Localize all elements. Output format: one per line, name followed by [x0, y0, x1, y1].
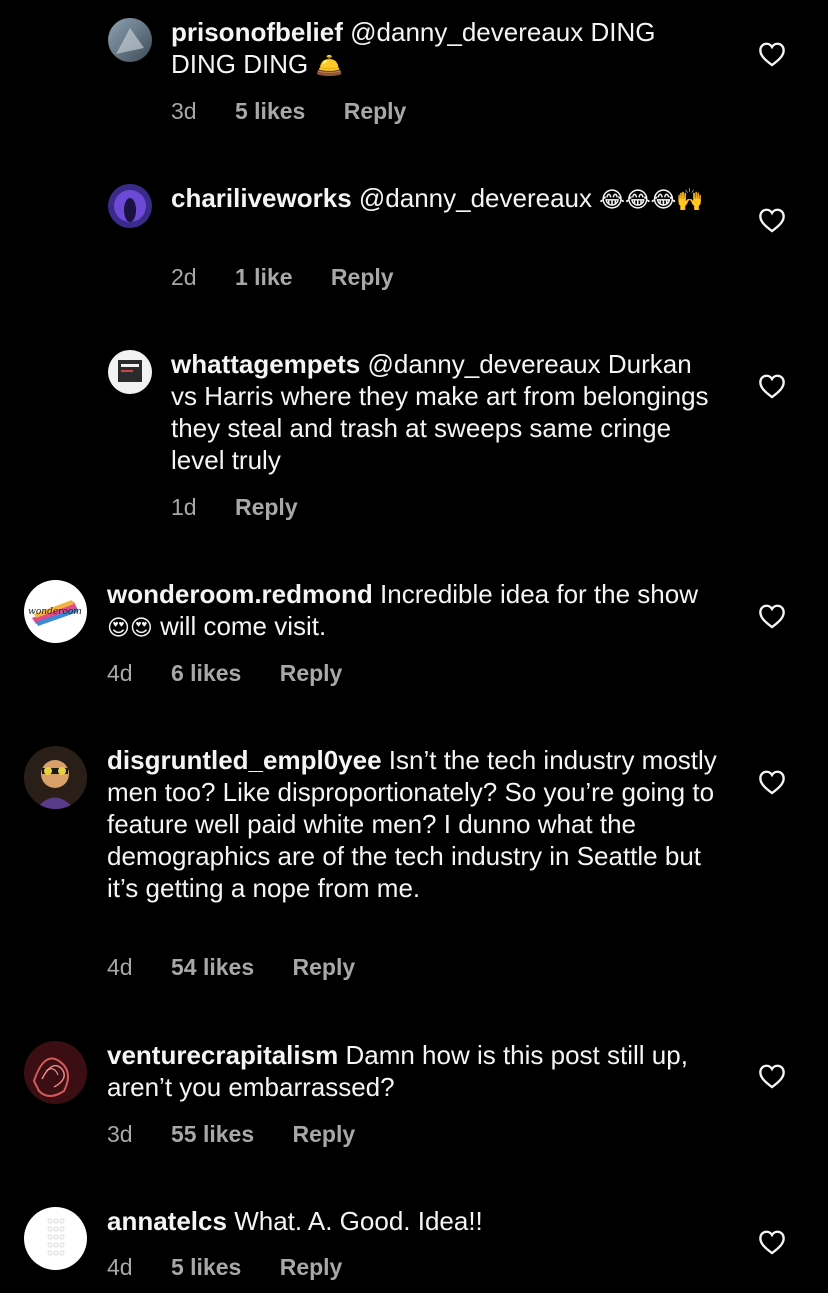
comment-text: What. A. Good. Idea!!	[234, 1206, 483, 1236]
reply-button[interactable]: Reply	[235, 494, 298, 521]
comment-meta: 1d Reply	[171, 494, 298, 521]
avatar[interactable]	[108, 350, 152, 394]
comment-meta: 2d 1 like Reply	[171, 264, 394, 291]
comment-reply: whattagempets @danny_devereaux Durkan vs…	[0, 332, 828, 532]
comment-time: 3d	[171, 98, 197, 124]
comment-username[interactable]: prisonofbelief	[171, 17, 343, 47]
reply-button[interactable]: Reply	[280, 1254, 343, 1281]
reply-button[interactable]: Reply	[293, 1121, 356, 1148]
avatar[interactable]	[24, 1041, 87, 1104]
heart-outline-icon[interactable]	[758, 603, 786, 629]
comment-username[interactable]: disgruntled_empl0yee	[107, 745, 382, 775]
comment-meta: 3d 55 likes Reply	[107, 1121, 355, 1148]
reply-button[interactable]: Reply	[344, 98, 407, 125]
comment-text: @danny_devereaux	[358, 183, 593, 213]
comment-body: annatelcs What. A. Good. Idea!!	[107, 1205, 717, 1237]
comment-meta: 4d 5 likes Reply	[107, 1254, 342, 1281]
comment: annatelcs What. A. Good. Idea!! 4d 5 lik…	[0, 1205, 828, 1293]
comment-username[interactable]: chariliveworks	[171, 183, 352, 213]
comment: disgruntled_empl0yee Isn’t the tech indu…	[0, 744, 828, 986]
comment-time: 4d	[107, 1254, 133, 1280]
avatar[interactable]	[108, 184, 152, 228]
comment-meta: 4d 6 likes Reply	[107, 660, 342, 687]
avatar[interactable]	[24, 746, 87, 809]
comment-body: disgruntled_empl0yee Isn’t the tech indu…	[107, 744, 717, 904]
comment-time: 4d	[107, 954, 133, 980]
heart-eyes-emoji: 😍😍	[107, 615, 153, 640]
comment-body: venturecrapitalism Damn how is this post…	[107, 1039, 717, 1103]
comment-likes[interactable]: 5 likes	[235, 98, 305, 125]
comment-username[interactable]: whattagempets	[171, 349, 360, 379]
comment-time: 3d	[107, 1121, 133, 1147]
bell-emoji: 🛎️	[315, 53, 343, 78]
heart-outline-icon[interactable]	[758, 1063, 786, 1089]
heart-outline-icon[interactable]	[758, 769, 786, 795]
comment-body: prisonofbelief @danny_devereaux DING DIN…	[171, 16, 716, 82]
comment-reply: chariliveworks @danny_devereaux 😂😂😂🙌 2d …	[0, 166, 828, 306]
svg-text:wonderoom: wonderoom	[28, 607, 82, 617]
comment-reply: prisonofbelief @danny_devereaux DING DIN…	[0, 0, 828, 140]
comment-body: wonderoom.redmond Incredible idea for th…	[107, 578, 717, 644]
reply-button[interactable]: Reply	[293, 954, 356, 981]
reply-button[interactable]: Reply	[331, 264, 394, 291]
comment-time: 4d	[107, 660, 133, 686]
heart-outline-icon[interactable]	[758, 1229, 786, 1255]
heart-outline-icon[interactable]	[758, 373, 786, 399]
comment-text: Incredible idea for the show	[380, 579, 698, 609]
comment: venturecrapitalism Damn how is this post…	[0, 1039, 828, 1161]
heart-outline-icon[interactable]	[758, 207, 786, 233]
comment-username[interactable]: annatelcs	[107, 1206, 227, 1236]
comment-time: 2d	[171, 264, 197, 290]
comment-username[interactable]: wonderoom.redmond	[107, 579, 373, 609]
comment-body: whattagempets @danny_devereaux Durkan vs…	[171, 348, 716, 476]
laughing-emoji: 😂😂😂🙌	[599, 187, 704, 212]
heart-outline-icon[interactable]	[758, 41, 786, 67]
reply-button[interactable]: Reply	[280, 660, 343, 687]
comment: wonderoom wonderoom.redmond Incredible i…	[0, 578, 828, 700]
comment-likes[interactable]: 1 like	[235, 264, 293, 291]
avatar[interactable]	[24, 1207, 87, 1270]
comment-meta: 4d 54 likes Reply	[107, 954, 355, 981]
avatar[interactable]: wonderoom	[24, 580, 87, 643]
comment-text: will come visit.	[160, 611, 327, 641]
comment-username[interactable]: venturecrapitalism	[107, 1040, 338, 1070]
comment-likes[interactable]: 55 likes	[171, 1121, 254, 1148]
comment-likes[interactable]: 6 likes	[171, 660, 241, 687]
comment-likes[interactable]: 54 likes	[171, 954, 254, 981]
avatar[interactable]	[108, 18, 152, 62]
comment-time: 1d	[171, 494, 197, 520]
comment-likes[interactable]: 5 likes	[171, 1254, 241, 1281]
comment-meta: 3d 5 likes Reply	[171, 98, 406, 125]
comment-body: chariliveworks @danny_devereaux 😂😂😂🙌	[171, 182, 716, 216]
